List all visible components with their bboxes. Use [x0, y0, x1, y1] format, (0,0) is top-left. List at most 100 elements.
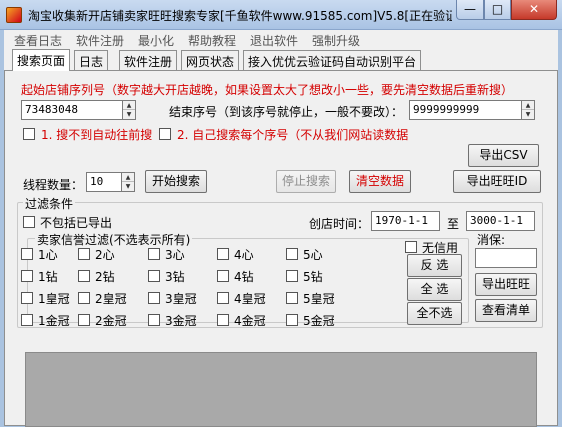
tab-log[interactable]: 日志	[74, 50, 109, 70]
threads-label: 线程数量：	[23, 178, 84, 192]
stop-search-button[interactable]: 停止搜索	[276, 170, 336, 193]
manual-each-checkbox[interactable]	[159, 128, 171, 140]
maximize-icon: □	[491, 2, 504, 16]
tab-register[interactable]: 软件注册	[119, 50, 178, 70]
client-area: 搜索页面 日志 软件注册 网页状态 接入优优云验证码自动识别平台 起始店铺序列号…	[4, 49, 558, 427]
credit-label: 5皇冠	[303, 292, 335, 306]
auto-forward-label: 1. 搜不到自动往前搜	[41, 128, 153, 142]
threads-spinner[interactable]: ▲ ▼	[122, 172, 135, 192]
start-search-button[interactable]: 开始搜索	[145, 170, 207, 193]
end-seq-input[interactable]: 9999999999	[409, 100, 522, 120]
credit-label: 3金冠	[165, 314, 197, 328]
filter-legend: 过滤条件	[23, 195, 76, 212]
credit-checkbox[interactable]	[21, 292, 33, 304]
spin-up-icon[interactable]: ▲	[123, 101, 135, 110]
credit-checkbox[interactable]	[148, 314, 160, 326]
credit-label: 3皇冠	[165, 292, 197, 306]
menu-force-upgrade[interactable]: 强制升级	[312, 32, 360, 49]
maximize-button[interactable]: □	[484, 0, 511, 20]
deposit-input[interactable]	[475, 248, 537, 268]
credit-label: 4皇冠	[234, 292, 266, 306]
export-csv-button[interactable]: 导出CSV	[468, 144, 539, 167]
credit-checkbox[interactable]	[286, 292, 298, 304]
view-list-button[interactable]: 查看清单	[475, 299, 537, 322]
credit-label: 1金冠	[38, 314, 70, 328]
credit-label: 5钻	[303, 270, 323, 284]
credit-checkbox[interactable]	[78, 248, 90, 260]
start-seq-notice: 起始店铺序列号（数字越大开店越晚，如果设置太大了想改小一些，要先清空数据后重新搜…	[21, 83, 514, 97]
spin-down-icon[interactable]: ▼	[123, 110, 135, 119]
menu-register[interactable]: 软件注册	[76, 32, 124, 49]
close-button[interactable]: ✕	[511, 0, 557, 20]
credit-checkbox[interactable]	[217, 270, 229, 282]
auto-forward-checkbox[interactable]	[23, 128, 35, 140]
credit-checkbox[interactable]	[78, 270, 90, 282]
spin-up-icon[interactable]: ▲	[122, 173, 134, 182]
deposit-label: 消保:	[477, 233, 506, 247]
credit-checkbox[interactable]	[286, 314, 298, 326]
tab-captcha-platform[interactable]: 接入优优云验证码自动识别平台	[243, 50, 422, 70]
credit-label: 5心	[303, 248, 323, 262]
date-from-input[interactable]: 1970-1-1	[371, 211, 440, 231]
credit-checkbox[interactable]	[78, 292, 90, 304]
credit-label: 3钻	[165, 270, 185, 284]
export-wangwang-id-button[interactable]: 导出旺旺ID	[453, 170, 541, 193]
menu-minimize[interactable]: 最小化	[138, 32, 174, 49]
credit-checkbox[interactable]	[78, 314, 90, 326]
menu-view-log[interactable]: 查看日志	[14, 32, 62, 49]
select-none-button[interactable]: 全不选	[407, 302, 462, 325]
credit-label: 3心	[165, 248, 185, 262]
no-credit-checkbox[interactable]	[405, 241, 417, 253]
credit-label: 5金冠	[303, 314, 335, 328]
spin-down-icon[interactable]: ▼	[522, 110, 534, 119]
exclude-exported-label: 不包括已导出	[40, 216, 113, 230]
invert-selection-button[interactable]: 反 选	[407, 254, 462, 277]
menu-exit[interactable]: 退出软件	[250, 32, 298, 49]
exclude-exported-checkbox[interactable]	[23, 216, 35, 228]
end-seq-spinner[interactable]: ▲ ▼	[522, 100, 535, 120]
start-seq-input[interactable]: 73483048	[21, 100, 123, 120]
manual-each-label: 2. 自己搜索每个序号（不从我们网站读数据	[177, 128, 409, 142]
credit-label: 2金冠	[95, 314, 127, 328]
menu-help[interactable]: 帮助教程	[188, 32, 236, 49]
title-bar[interactable]: 淘宝收集新开店铺卖家旺旺搜索专家[千鱼软件www.91585.com]V5.8[…	[0, 0, 562, 30]
start-seq-spinner[interactable]: ▲ ▼	[123, 100, 136, 120]
credit-label: 4心	[234, 248, 254, 262]
credit-label: 4金冠	[234, 314, 266, 328]
credit-checkbox[interactable]	[148, 292, 160, 304]
date-to-input[interactable]: 3000-1-1	[466, 211, 535, 231]
credit-checkbox[interactable]	[217, 292, 229, 304]
credit-label: 2皇冠	[95, 292, 127, 306]
credit-checkbox[interactable]	[21, 248, 33, 260]
clear-data-button[interactable]: 清空数据	[349, 170, 411, 193]
date-to-separator: 至	[447, 217, 460, 231]
credit-checkbox[interactable]	[217, 248, 229, 260]
export-wangwang-button[interactable]: 导出旺旺	[475, 273, 537, 296]
spin-down-icon[interactable]: ▼	[122, 182, 134, 191]
minimize-button[interactable]: —	[456, 0, 484, 20]
credit-checkbox[interactable]	[148, 270, 160, 282]
tab-page-status[interactable]: 网页状态	[181, 50, 240, 70]
results-area[interactable]	[25, 352, 537, 427]
credit-checkbox[interactable]	[217, 314, 229, 326]
search-tab-panel: 起始店铺序列号（数字越大开店越晚，如果设置太大了想改小一些，要先清空数据后重新搜…	[4, 70, 558, 427]
credit-checkbox[interactable]	[21, 314, 33, 326]
credit-checkbox[interactable]	[286, 248, 298, 260]
close-icon: ✕	[528, 2, 540, 16]
select-all-button[interactable]: 全 选	[407, 278, 462, 301]
threads-input[interactable]: 10	[86, 172, 122, 192]
credit-label: 4钻	[234, 270, 254, 284]
credit-label: 1钻	[38, 270, 58, 284]
credit-label: 1皇冠	[38, 292, 70, 306]
spin-up-icon[interactable]: ▲	[522, 101, 534, 110]
credit-checkbox[interactable]	[148, 248, 160, 260]
window-title: 淘宝收集新开店铺卖家旺旺搜索专家[千鱼软件www.91585.com]V5.8[…	[28, 9, 452, 23]
end-seq-label: 结束序号（到该序号就停止，一般不要改）：	[169, 105, 404, 119]
app-icon	[6, 7, 22, 23]
minimize-icon: —	[464, 2, 476, 16]
credit-label: 1心	[38, 248, 58, 262]
tab-search[interactable]: 搜索页面	[12, 49, 71, 71]
credit-checkbox[interactable]	[286, 270, 298, 282]
credit-checkbox[interactable]	[21, 270, 33, 282]
credit-label: 2心	[95, 248, 115, 262]
